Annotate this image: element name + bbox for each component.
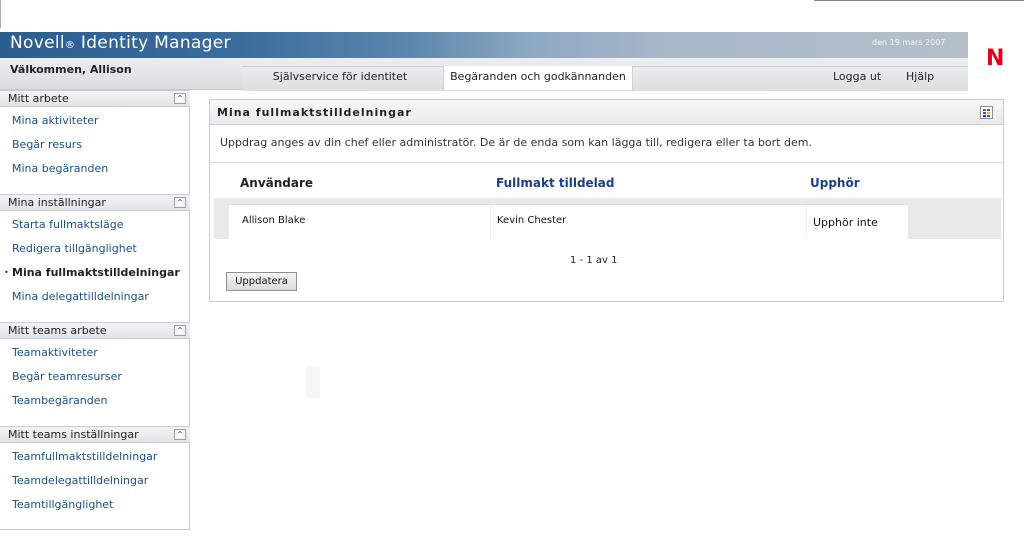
section-title: Mitt teams inställningar — [8, 428, 139, 441]
sidebar-item-request-resource[interactable]: Begär resurs — [12, 138, 82, 151]
help-link[interactable]: Hjälp — [906, 66, 934, 90]
welcome-message: Välkommen, Allison — [10, 63, 132, 76]
header-date: den 19 mars 2007 — [872, 38, 946, 47]
divider — [210, 162, 1003, 163]
sidebar-item-team-requests[interactable]: Teambegäranden — [12, 394, 108, 407]
sidebar-section-team-settings[interactable]: Mitt teams inställningar ⌃ — [0, 426, 190, 443]
novell-n-icon: N — [986, 46, 1005, 71]
panel-description: Uppdrag anges av din chef eller administ… — [220, 136, 812, 149]
sidebar-section-my-work[interactable]: Mitt arbete ⌃ — [0, 90, 190, 107]
cell-user: Allison Blake — [242, 215, 306, 226]
top-strip — [0, 0, 1024, 32]
cell-expires: Upphör inte — [813, 216, 878, 229]
window-edge — [814, 0, 1024, 1]
sidebar-section-my-settings[interactable]: Mina inställningar ⌃ — [0, 194, 190, 211]
novell-logo: N — [968, 32, 1024, 90]
column-header-expires[interactable]: Upphör — [810, 176, 860, 190]
sidebar-section-team-work[interactable]: Mitt teams arbete ⌃ — [0, 322, 190, 339]
sidebar-item-my-activities[interactable]: Mina aktiviteter — [12, 114, 99, 127]
sidebar-item-my-requests[interactable]: Mina begäranden — [12, 162, 108, 175]
cell-divider — [490, 204, 491, 239]
column-header-proxy-assigned[interactable]: Fullmakt tilldelad — [496, 176, 614, 190]
pagination-info: 1 - 1 av 1 — [570, 255, 618, 266]
collapse-chevron-icon[interactable]: ⌃ — [174, 325, 186, 336]
section-title: Mitt teams arbete — [8, 324, 107, 337]
cell-proxy: Kevin Chester — [497, 215, 567, 226]
cell-divider — [806, 204, 807, 239]
update-button[interactable]: Uppdatera — [226, 272, 297, 291]
panel-menu-icon[interactable] — [980, 106, 993, 119]
collapse-chevron-icon[interactable]: ⌃ — [174, 93, 186, 104]
sidebar-item-my-proxy-assignments[interactable]: Mina fullmaktstilldelningar — [12, 266, 180, 279]
active-bullet-icon: • — [4, 268, 9, 277]
tab-self-service[interactable]: Självservice för identitet — [258, 66, 422, 90]
sidebar-item-request-team-resources[interactable]: Begär teamresurser — [12, 370, 122, 383]
sidebar-item-team-delegate-assignments[interactable]: Teamdelegattilldelningar — [12, 474, 148, 487]
section-title: Mitt arbete — [8, 92, 69, 105]
panel-title: Mina fullmaktstilldelningar — [217, 106, 412, 119]
window-edge — [0, 0, 1, 28]
app-title: Novell® Identity Manager — [10, 33, 231, 53]
sidebar-item-team-proxy-assignments[interactable]: Teamfullmaktstilldelningar — [12, 450, 157, 463]
collapse-chevron-icon[interactable]: ⌃ — [174, 429, 186, 440]
column-header-user: Användare — [240, 176, 314, 190]
sidebar-item-my-delegate-assignments[interactable]: Mina delegattilldelningar — [12, 290, 149, 303]
sidebar-item-team-activities[interactable]: Teamaktiviteter — [12, 346, 98, 359]
sidebar-item-team-availability[interactable]: Teamtillgänglighet — [12, 498, 113, 511]
logout-link[interactable]: Logga ut — [833, 66, 881, 90]
collapse-chevron-icon[interactable]: ⌃ — [174, 197, 186, 208]
tab-requests-approvals[interactable]: Begäranden och godkännanden — [443, 66, 633, 90]
sidebar-item-start-proxy-mode[interactable]: Starta fullmaktsläge — [12, 218, 123, 231]
section-title: Mina inställningar — [8, 196, 106, 209]
sidebar — [0, 90, 190, 530]
sidebar-item-edit-availability[interactable]: Redigera tillgänglighet — [12, 242, 137, 255]
background-artifact — [306, 366, 320, 398]
